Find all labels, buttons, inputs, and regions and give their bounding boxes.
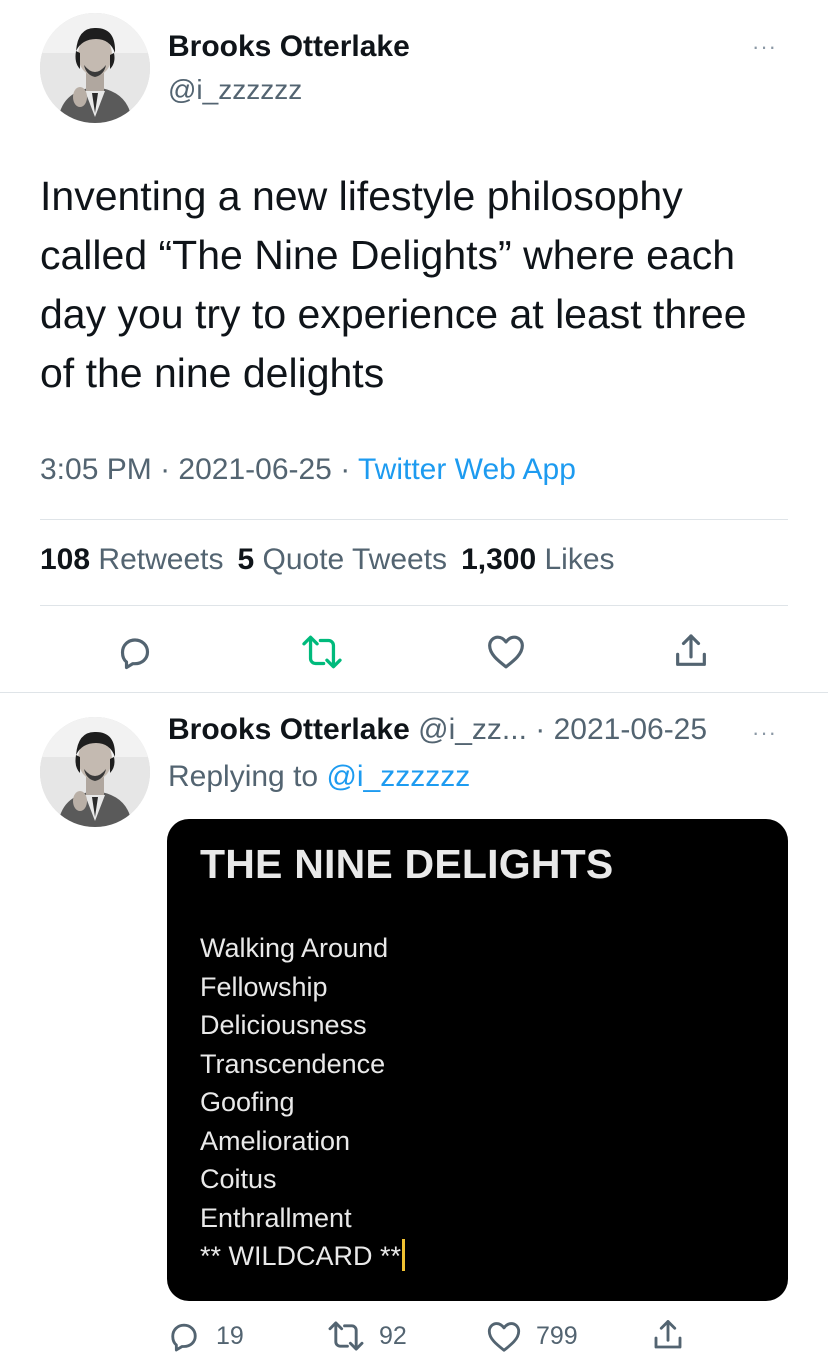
text-cursor bbox=[402, 1239, 406, 1271]
likes-label: Likes bbox=[544, 543, 615, 576]
likes-count: 1,300 bbox=[461, 543, 537, 576]
avatar-photo bbox=[40, 13, 150, 123]
heart-icon bbox=[487, 1322, 521, 1352]
list-item: Goofing bbox=[200, 1087, 295, 1117]
meta-separator: · bbox=[331, 453, 358, 486]
list-item: Walking Around bbox=[200, 933, 389, 963]
share-button[interactable] bbox=[671, 630, 711, 672]
retweets-count: 108 bbox=[40, 543, 91, 576]
attached-image[interactable]: THE NINE DELIGHTS Walking Around Fellows… bbox=[167, 819, 788, 1301]
share-icon bbox=[676, 634, 706, 666]
retweet-button[interactable] bbox=[300, 634, 344, 670]
replying-handle[interactable]: @i_zzzzzz bbox=[326, 760, 470, 793]
list-item: Fellowship bbox=[200, 971, 328, 1002]
delights-list: Walking Around Fellowship Deliciousness … bbox=[200, 929, 406, 1276]
author-handle[interactable]: @i_zzzzzz bbox=[168, 74, 302, 106]
replying-to: Replying to @i_zzzzzz bbox=[168, 760, 470, 794]
reply-icon bbox=[120, 638, 150, 670]
wildcard-text: ** WILDCARD ** bbox=[200, 1241, 402, 1271]
list-item: Coitus bbox=[200, 1164, 277, 1194]
more-icon[interactable]: ··· bbox=[752, 722, 777, 744]
like-button[interactable]: 799 bbox=[486, 1319, 578, 1353]
list-item: Amelioration bbox=[200, 1125, 351, 1156]
like-button[interactable] bbox=[486, 632, 526, 670]
replying-prefix: Replying to bbox=[168, 760, 327, 793]
tweet-time[interactable]: 3:05 PM bbox=[40, 453, 152, 486]
tweet-stats: 108 Retweets 5 Quote Tweets 1,300 Likes bbox=[40, 543, 615, 577]
reply-date[interactable]: 2021-06-25 bbox=[554, 713, 707, 746]
quotes-count: 5 bbox=[237, 543, 255, 576]
more-icon[interactable]: ··· bbox=[752, 36, 777, 58]
like-count: 799 bbox=[536, 1321, 578, 1350]
reply-count: 19 bbox=[216, 1321, 244, 1350]
reply-icon bbox=[171, 1323, 197, 1352]
list-item-last: ** WILDCARD ** bbox=[200, 1237, 406, 1276]
list-item: Deliciousness bbox=[200, 1010, 367, 1040]
author-name[interactable]: Brooks Otterlake bbox=[168, 30, 410, 64]
heart-icon bbox=[488, 635, 524, 669]
list-item: Transcendence bbox=[200, 1048, 386, 1079]
tweet-text: Inventing a new lifestyle philosophy cal… bbox=[40, 173, 747, 396]
reply-author-handle[interactable]: @i_zz... bbox=[418, 713, 527, 746]
quotes-label: Quote Tweets bbox=[262, 543, 448, 576]
divider bbox=[40, 605, 788, 606]
tweet-meta: 3:05 PM · 2021-06-25 · Twitter Web App bbox=[40, 453, 576, 487]
tweet-date[interactable]: 2021-06-25 bbox=[178, 453, 331, 486]
reply-header: Brooks Otterlake @i_zz... · 2021-06-25 bbox=[168, 713, 707, 747]
retweet-icon bbox=[328, 1321, 364, 1351]
retweet-count: 92 bbox=[379, 1321, 407, 1350]
author-avatar[interactable] bbox=[40, 13, 150, 123]
image-title: THE NINE DELIGHTS bbox=[200, 841, 614, 887]
retweets-label: Retweets bbox=[98, 543, 224, 576]
retweets-stat[interactable]: 108 Retweets bbox=[40, 543, 223, 576]
reply-author-avatar[interactable] bbox=[40, 717, 150, 827]
share-icon bbox=[654, 1320, 682, 1349]
tweet-source[interactable]: Twitter Web App bbox=[358, 453, 576, 486]
quotes-stat[interactable]: 5 Quote Tweets bbox=[237, 543, 447, 576]
reply-button[interactable] bbox=[115, 632, 155, 672]
divider bbox=[40, 519, 788, 520]
reply-button[interactable]: 19 bbox=[166, 1318, 244, 1354]
meta-separator: · bbox=[526, 713, 554, 746]
avatar-photo bbox=[40, 717, 150, 827]
divider bbox=[0, 692, 828, 693]
reply-author-name[interactable]: Brooks Otterlake bbox=[168, 713, 410, 746]
meta-separator: · bbox=[151, 453, 179, 486]
share-button[interactable] bbox=[650, 1316, 686, 1354]
retweet-button[interactable]: 92 bbox=[327, 1320, 407, 1352]
list-item: Enthrallment bbox=[200, 1202, 352, 1233]
retweet-icon bbox=[302, 635, 342, 669]
likes-stat[interactable]: 1,300 Likes bbox=[461, 543, 614, 576]
